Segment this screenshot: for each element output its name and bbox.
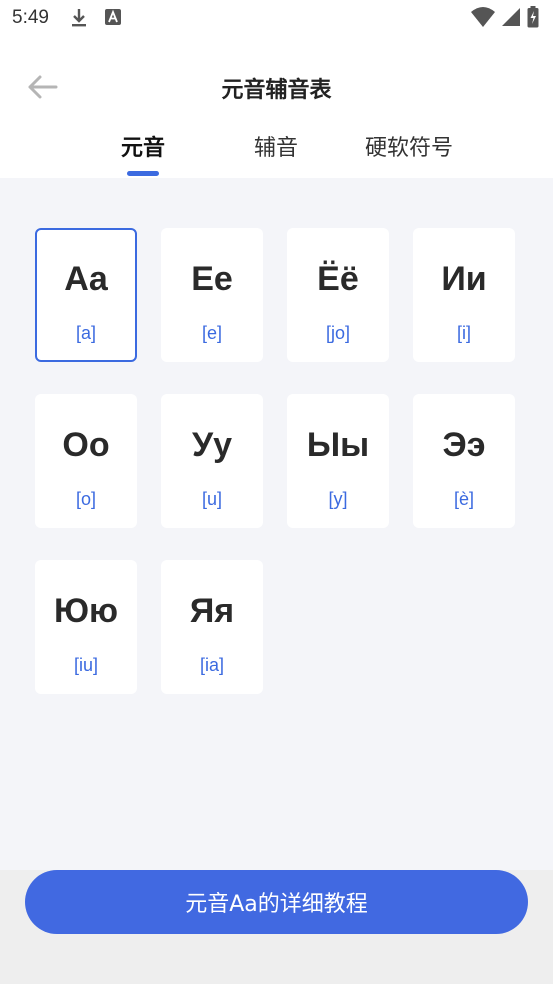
- wifi-icon: [471, 6, 495, 32]
- letter-card-ya[interactable]: Яя [ia]: [161, 560, 263, 694]
- card-transcription: [u]: [201, 489, 222, 509]
- card-letter: Уу: [191, 426, 233, 464]
- status-time: 5:49: [12, 7, 49, 28]
- letter-card-e-reverse[interactable]: Ээ [è]: [413, 394, 515, 528]
- letter-card-i[interactable]: Ии [i]: [413, 228, 515, 362]
- card-letter: Ee: [191, 260, 233, 298]
- tab-hard-soft-signs[interactable]: 硬软符号: [360, 130, 458, 162]
- card-letter: Aa: [64, 260, 108, 298]
- card-letter: Юю: [53, 592, 119, 630]
- tab-consonants[interactable]: 辅音: [252, 130, 300, 162]
- bottom-bar: 元音Aa的详细教程: [0, 870, 553, 984]
- letter-card-o[interactable]: Оо [o]: [35, 394, 137, 528]
- letter-card-y[interactable]: Ыы [y]: [287, 394, 389, 528]
- status-bar: 5:49: [0, 0, 553, 40]
- letter-card-e[interactable]: Ee [e]: [161, 228, 263, 362]
- card-transcription: [ia]: [199, 655, 224, 675]
- letter-card-yo[interactable]: Ёё [jo]: [287, 228, 389, 362]
- letter-card-a[interactable]: Aa [a]: [35, 228, 137, 362]
- card-letter: Ээ: [442, 426, 486, 464]
- card-letter: Ии: [441, 260, 487, 298]
- letter-card-u[interactable]: Уу [u]: [161, 394, 263, 528]
- letter-card-yu[interactable]: Юю [iu]: [35, 560, 137, 694]
- card-letter: Оо: [62, 426, 110, 464]
- card-letter: Яя: [189, 592, 235, 630]
- card-letter: Ыы: [306, 426, 370, 464]
- active-tab-indicator: [127, 171, 159, 176]
- card-transcription: [a]: [75, 323, 96, 343]
- tutorial-button[interactable]: 元音Aa的详细教程: [25, 870, 528, 934]
- page-title: 元音辅音表: [221, 78, 332, 103]
- card-letter: Ёё: [317, 260, 359, 298]
- card-transcription: [o]: [75, 489, 96, 509]
- card-transcription: [iu]: [73, 655, 98, 675]
- card-transcription: [jo]: [325, 323, 350, 343]
- font-app-icon: [104, 8, 122, 30]
- signal-icon: [501, 7, 521, 31]
- card-transcription: [y]: [328, 489, 348, 509]
- battery-icon: [527, 6, 539, 32]
- tab-bar: 元音 辅音 硬软符号: [0, 130, 553, 178]
- card-transcription: [i]: [456, 323, 471, 343]
- letter-grid: Aa [a] Ee [e] Ёё [jo] Ии [i] Оо [o] Уу […: [0, 178, 553, 870]
- card-transcription: [e]: [201, 323, 222, 343]
- card-transcription: [è]: [453, 489, 474, 509]
- download-icon: [70, 8, 88, 32]
- tab-vowels[interactable]: 元音: [119, 130, 167, 162]
- header: 元音辅音表: [0, 40, 553, 130]
